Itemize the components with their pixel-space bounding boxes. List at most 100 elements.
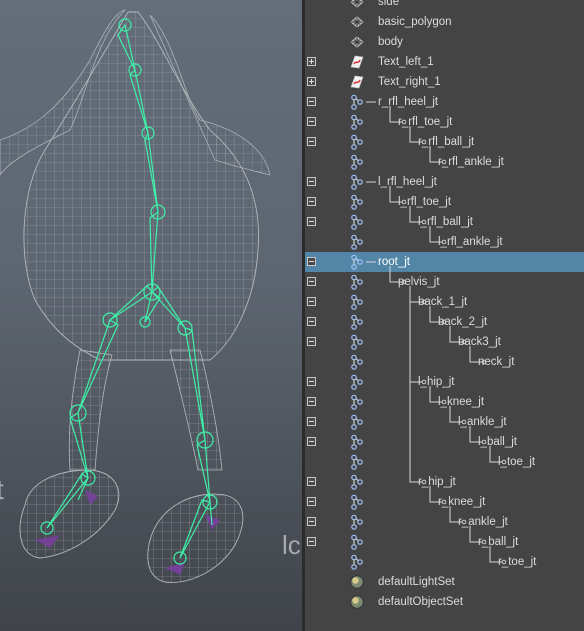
collapse-icon[interactable] — [307, 257, 316, 266]
outliner-item-label: basic_polygon — [378, 16, 452, 28]
outliner-item-l-rfl-heel-jt[interactable]: l_rfl_heel_jt — [305, 172, 584, 192]
outliner-item-label: pelvis_jt — [398, 276, 440, 288]
joint-icon — [351, 314, 363, 330]
joint-icon — [351, 294, 363, 310]
joint-icon — [351, 134, 363, 150]
mesh-icon — [350, 16, 364, 28]
joint-icon — [351, 194, 363, 210]
outliner-item-label: r_rfl_heel_jt — [378, 96, 439, 108]
collapse-icon[interactable] — [307, 117, 316, 126]
curve-text-icon — [350, 75, 364, 89]
outliner-item-defaultlightset[interactable]: defaultLightSet — [305, 572, 584, 592]
outliner-item-pelvis-jt[interactable]: pelvis_jt — [305, 272, 584, 292]
outliner-item-side[interactable]: side — [305, 0, 584, 12]
outliner-item-label: r_hip_jt — [418, 476, 456, 488]
outliner-item-label: l_rfl_ankle_jt — [438, 236, 503, 248]
collapse-icon[interactable] — [307, 477, 316, 486]
outliner-item-basic-polygon[interactable]: basic_polygon — [305, 12, 584, 32]
outliner-item-l-rfl-toe-jt[interactable]: l_rfl_toe_jt — [305, 192, 584, 212]
joint-icon — [351, 554, 363, 570]
set-icon — [350, 595, 364, 609]
joint-icon — [351, 474, 363, 490]
outliner-item-label: r_ankle_jt — [458, 516, 508, 528]
outliner-item-r-rfl-ankle-jt[interactable]: r_rfl_ankle_jt — [305, 152, 584, 172]
collapse-icon[interactable] — [307, 377, 316, 386]
collapse-icon[interactable] — [307, 297, 316, 306]
collapse-icon[interactable] — [307, 217, 316, 226]
collapse-icon[interactable] — [307, 437, 316, 446]
outliner-item-label: defaultLightSet — [378, 576, 455, 588]
outliner-item-text-left-1[interactable]: Text_left_1 — [305, 52, 584, 72]
outliner-item-label: l_ball_jt — [478, 436, 517, 448]
outliner-item-l-hip-jt[interactable]: l_hip_jt — [305, 372, 584, 392]
outliner-item-r-ankle-jt[interactable]: r_ankle_jt — [305, 512, 584, 532]
outliner-item-l-rfl-ankle-jt[interactable]: l_rfl_ankle_jt — [305, 232, 584, 252]
outliner-item-root-jt[interactable]: root_jt — [305, 252, 584, 272]
outliner-item-text-right-1[interactable]: Text_right_1 — [305, 72, 584, 92]
joint-icon — [351, 454, 363, 470]
outliner-item-label: r_toe_jt — [498, 556, 537, 568]
outliner-item-back-1-jt[interactable]: back_1_jt — [305, 292, 584, 312]
joint-icon — [351, 374, 363, 390]
expand-icon[interactable] — [307, 77, 316, 86]
outliner-item-label: r_rfl_toe_jt — [398, 116, 453, 128]
outliner-item-l-ball-jt[interactable]: l_ball_jt — [305, 432, 584, 452]
outliner-item-back-2-jt[interactable]: back_2_jt — [305, 312, 584, 332]
outliner-item-label: back_2_jt — [438, 316, 488, 328]
outliner-item-back3-jt[interactable]: back3_jt — [305, 332, 584, 352]
scene-canvas[interactable] — [0, 0, 302, 631]
viewport-overlay-text-left: t — [0, 474, 4, 506]
outliner-item-label: Text_left_1 — [378, 56, 434, 68]
outliner-item-label: side — [378, 0, 400, 8]
outliner-item-label: r_knee_jt — [438, 496, 486, 508]
outliner-item-body[interactable]: body — [305, 32, 584, 52]
expand-icon[interactable] — [307, 57, 316, 66]
collapse-icon[interactable] — [307, 517, 316, 526]
outliner-item-label: l_hip_jt — [418, 376, 455, 388]
outliner-item-label: neck_jt — [478, 356, 515, 368]
collapse-icon[interactable] — [307, 537, 316, 546]
outliner-item-defaultobjectset[interactable]: defaultObjectSet — [305, 592, 584, 612]
collapse-icon[interactable] — [307, 137, 316, 146]
outliner-item-label: l_ankle_jt — [458, 416, 507, 428]
outliner-item-r-toe-jt[interactable]: r_toe_jt — [305, 552, 584, 572]
outliner-item-label: l_knee_jt — [438, 396, 485, 408]
joint-icon — [351, 234, 363, 250]
joint-icon — [351, 334, 363, 350]
collapse-icon[interactable] — [307, 97, 316, 106]
outliner-item-label: Text_right_1 — [378, 76, 441, 88]
outliner-item-label: back3_jt — [458, 336, 501, 348]
outliner-item-label: r_rfl_ball_jt — [418, 136, 475, 148]
curve-text-icon — [350, 55, 364, 69]
joint-icon — [351, 254, 363, 270]
outliner-item-label: defaultObjectSet — [378, 596, 464, 608]
collapse-icon[interactable] — [307, 497, 316, 506]
outliner-item-r-rfl-heel-jt[interactable]: r_rfl_heel_jt — [305, 92, 584, 112]
collapse-icon[interactable] — [307, 417, 316, 426]
outliner-item-r-knee-jt[interactable]: r_knee_jt — [305, 492, 584, 512]
outliner-item-label: back_1_jt — [418, 296, 468, 308]
outliner-item-l-toe-jt[interactable]: l_toe_jt — [305, 452, 584, 472]
outliner-item-r-ball-jt[interactable]: r_ball_jt — [305, 532, 584, 552]
collapse-icon[interactable] — [307, 197, 316, 206]
joint-icon — [351, 494, 363, 510]
joint-icon — [351, 94, 363, 110]
outliner-item-r-rfl-ball-jt[interactable]: r_rfl_ball_jt — [305, 132, 584, 152]
collapse-icon[interactable] — [307, 337, 316, 346]
outliner-item-l-ankle-jt[interactable]: l_ankle_jt — [305, 412, 584, 432]
outliner-panel[interactable]: side basic_polygonbody Text_left_1 Text_rig… — [305, 0, 584, 631]
collapse-icon[interactable] — [307, 397, 316, 406]
outliner-item-label: l_rfl_ball_jt — [418, 216, 473, 228]
outliner-item-l-rfl-ball-jt[interactable]: l_rfl_ball_jt — [305, 212, 584, 232]
outliner-item-l-knee-jt[interactable]: l_knee_jt — [305, 392, 584, 412]
outliner-item-neck-jt[interactable]: neck_jt — [305, 352, 584, 372]
outliner-item-r-rfl-toe-jt[interactable]: r_rfl_toe_jt — [305, 112, 584, 132]
outliner-item-label: l_rfl_toe_jt — [398, 196, 452, 208]
outliner-item-label: l_rfl_heel_jt — [378, 176, 437, 188]
collapse-icon[interactable] — [307, 177, 316, 186]
collapse-icon[interactable] — [307, 277, 316, 286]
collapse-icon[interactable] — [307, 317, 316, 326]
joint-icon — [351, 214, 363, 230]
outliner-item-r-hip-jt[interactable]: r_hip_jt — [305, 472, 584, 492]
viewport-3d[interactable]: t lc — [0, 0, 302, 631]
